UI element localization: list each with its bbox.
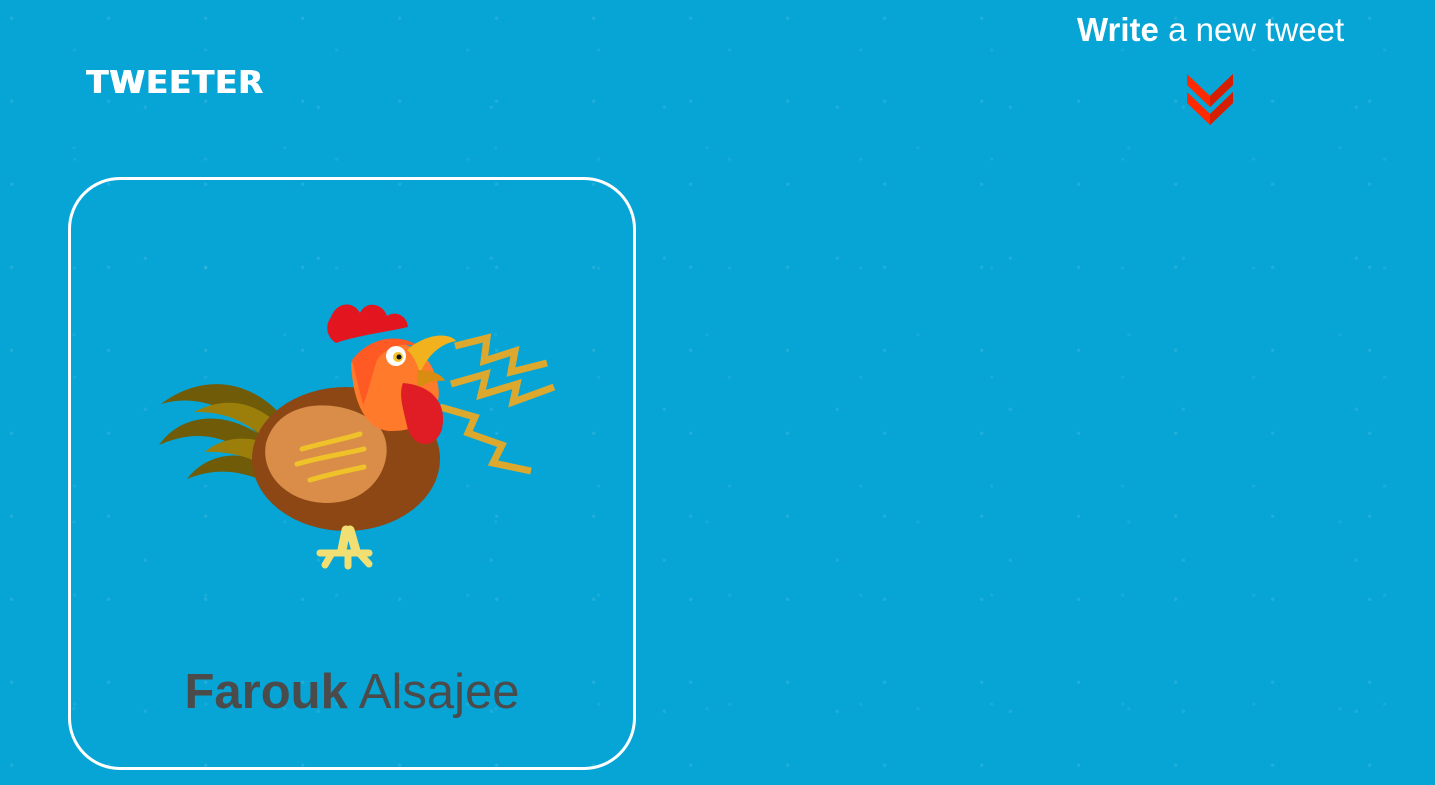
profile-last-name: Alsajee (358, 665, 520, 719)
write-new-tweet-strong-text: Write (1077, 11, 1159, 48)
write-new-tweet-label: Write a new tweet (1077, 11, 1345, 48)
rooster-icon (159, 304, 556, 570)
write-new-tweet-button[interactable]: Write a new tweet (1077, 11, 1347, 132)
write-new-tweet-light-text: a new tweet (1158, 11, 1345, 48)
app-logo[interactable]: TWEETER (86, 68, 264, 99)
profile-name: Farouk Alsajee (71, 665, 633, 720)
profile-card: Farouk Alsajee (68, 177, 636, 770)
profile-first-name: Farouk (184, 665, 348, 719)
double-chevron-down-icon (1187, 74, 1233, 125)
